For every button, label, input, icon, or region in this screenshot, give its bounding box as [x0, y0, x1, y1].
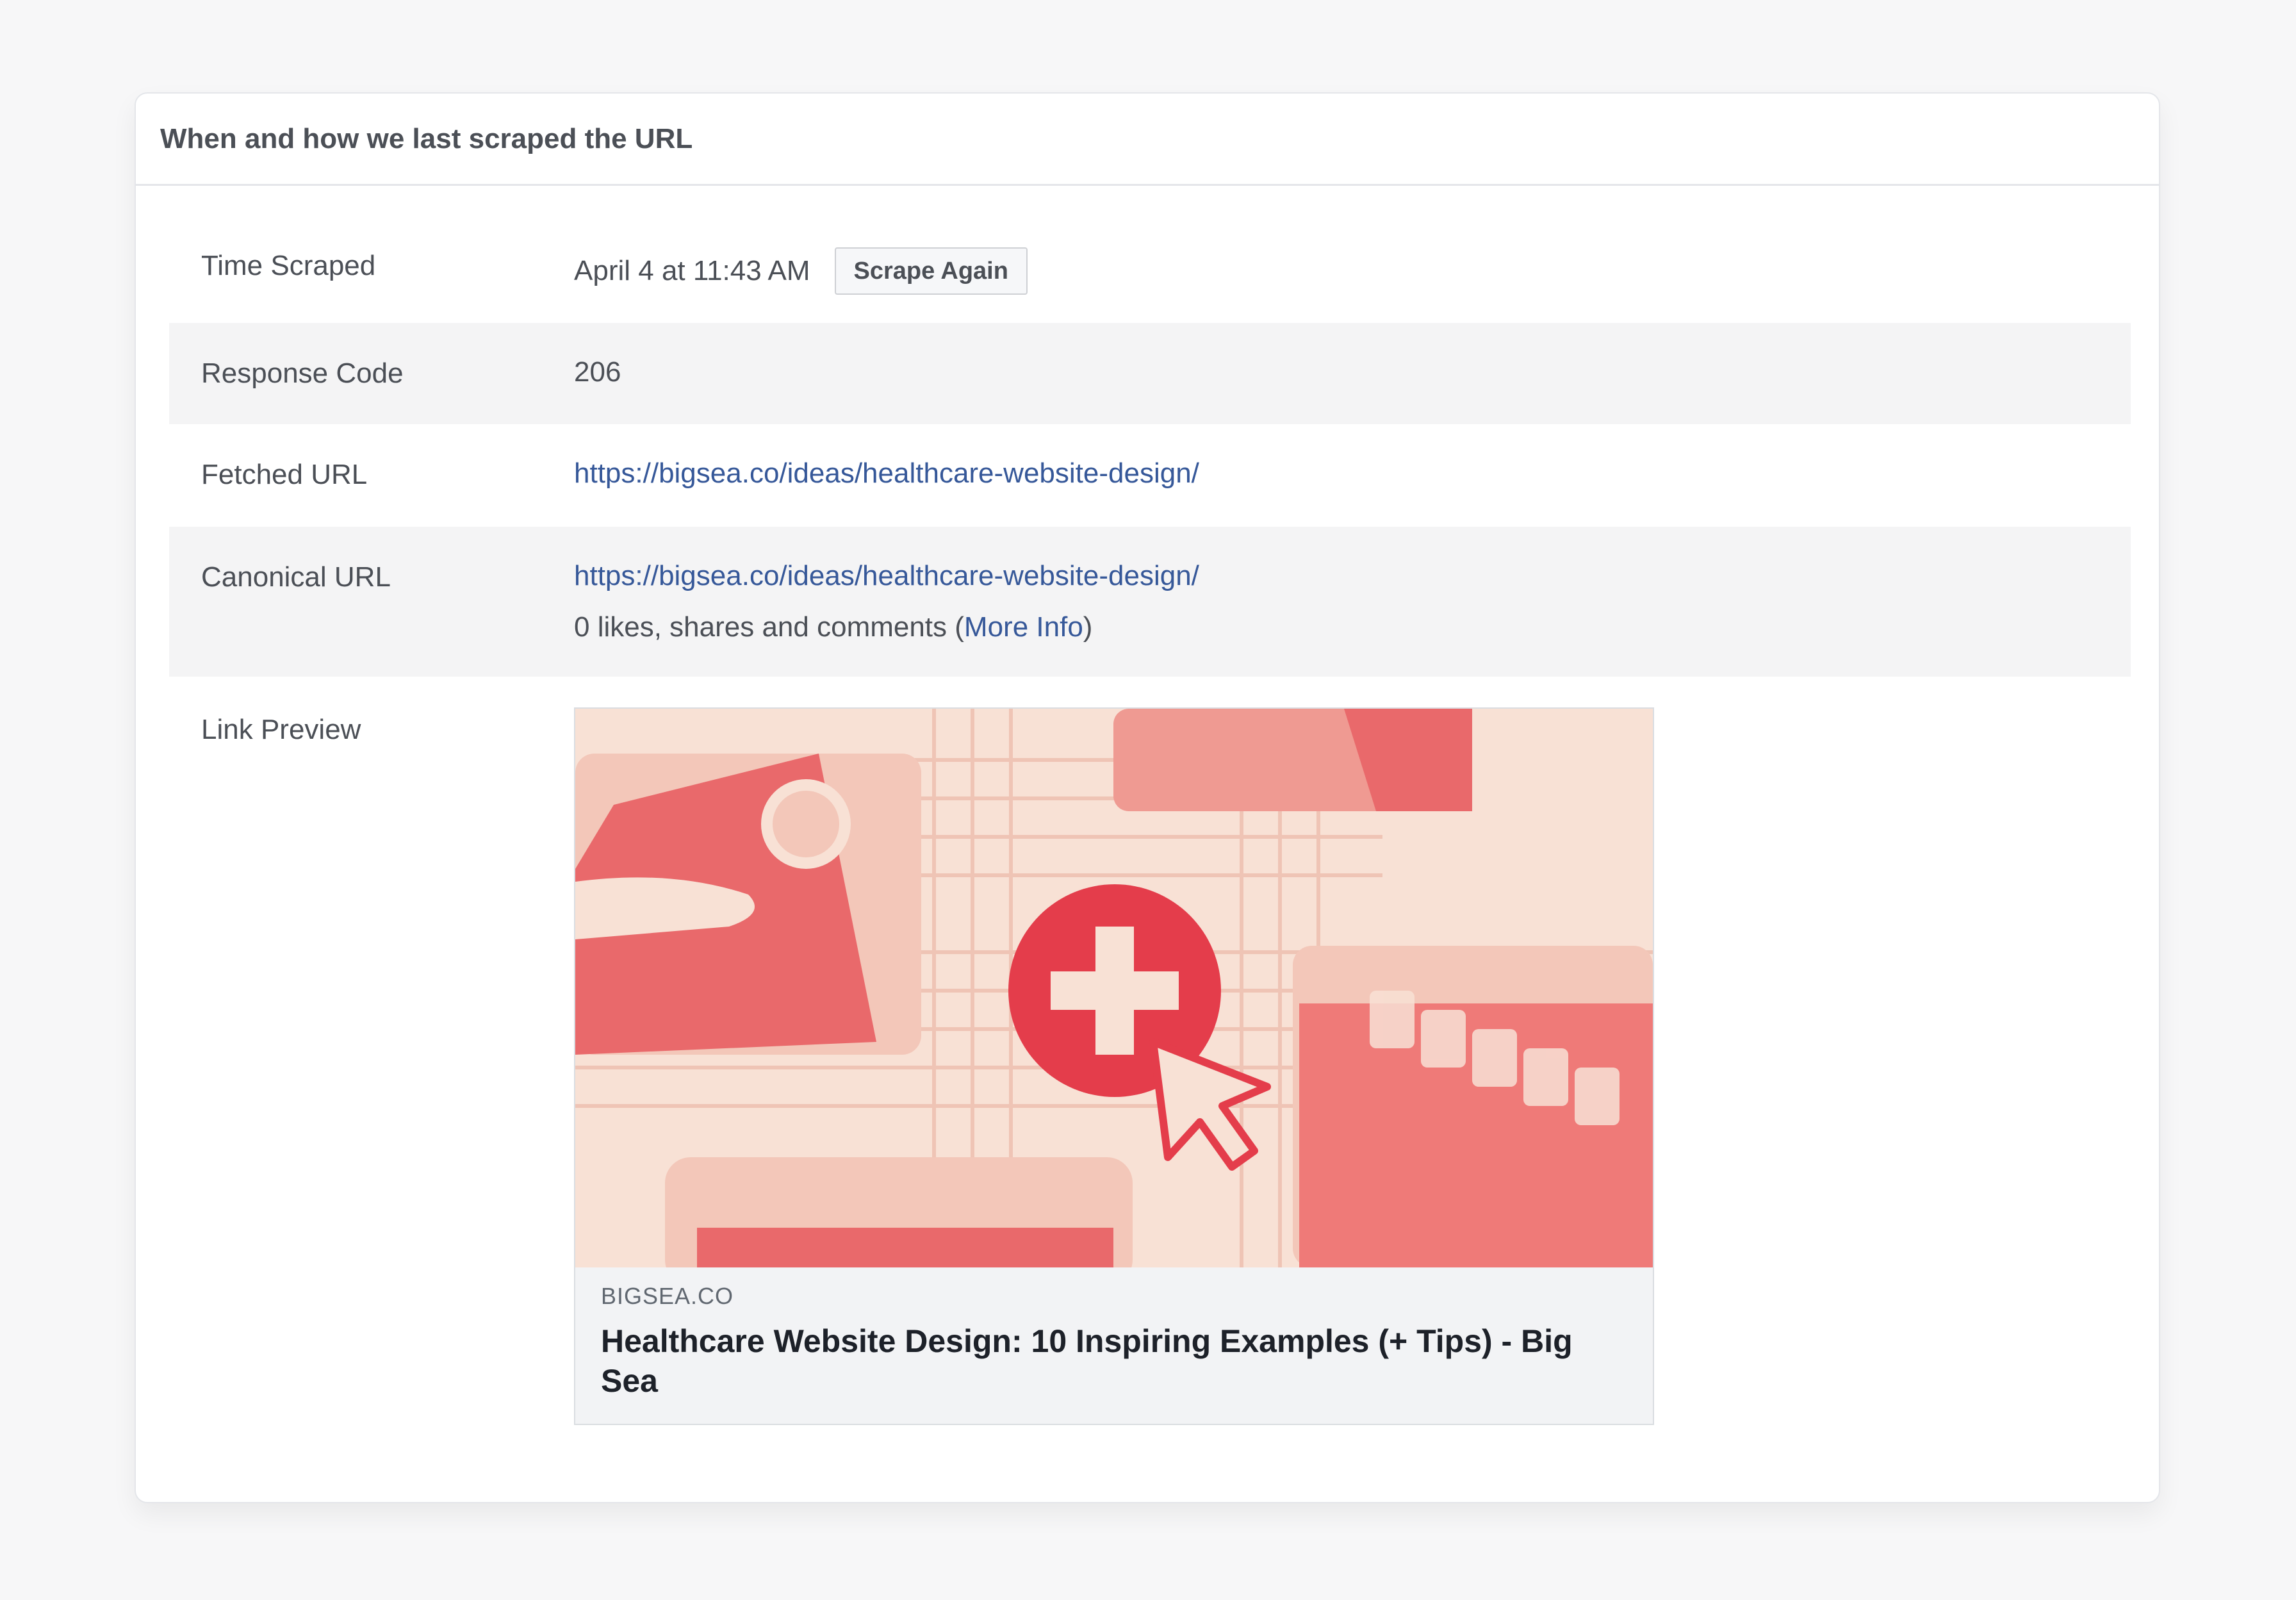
value-response-code: 206 [574, 356, 621, 388]
row-response-code: Response Code 206 [169, 323, 2131, 424]
label-response-code: Response Code [201, 358, 404, 389]
preview-meta: BIGSEA.CO Healthcare Website Design: 10 … [575, 1267, 1653, 1424]
link-preview-card[interactable]: BIGSEA.CO Healthcare Website Design: 10 … [574, 707, 1654, 1425]
scrape-details-table: Time Scraped April 4 at 11:43 AM Scrape … [169, 186, 2131, 1446]
engagement-suffix: ) [1083, 611, 1093, 643]
more-info-link[interactable]: More Info [964, 611, 1083, 643]
label-link-preview: Link Preview [201, 714, 361, 745]
engagement-prefix: 0 likes, shares and comments ( [574, 611, 964, 643]
label-fetched-url: Fetched URL [201, 459, 368, 490]
preview-image [575, 709, 1653, 1267]
label-time-scraped: Time Scraped [201, 250, 376, 281]
engagement-text: 0 likes, shares and comments (More Info) [574, 611, 1092, 643]
row-time-scraped: Time Scraped April 4 at 11:43 AM Scrape … [169, 186, 2131, 323]
preview-domain: BIGSEA.CO [601, 1283, 734, 1309]
panel-header: When and how we last scraped the URL [136, 94, 2159, 186]
row-fetched-url: Fetched URL https://bigsea.co/ideas/heal… [169, 424, 2131, 527]
label-canonical-url: Canonical URL [201, 561, 391, 593]
fetched-url-link[interactable]: https://bigsea.co/ideas/healthcare-websi… [574, 458, 1199, 490]
scrape-again-button[interactable]: Scrape Again [834, 247, 1028, 295]
panel-title: When and how we last scraped the URL [160, 122, 693, 154]
preview-title[interactable]: Healthcare Website Design: 10 Inspiring … [601, 1321, 1613, 1401]
row-link-preview: Link Preview BIGSEA.CO Healthcare Websit… [169, 677, 2131, 1446]
value-time-scraped: April 4 at 11:43 AM [574, 255, 810, 286]
row-canonical-url: Canonical URL https://bigsea.co/ideas/he… [169, 527, 2131, 677]
scrape-info-panel: When and how we last scraped the URL Tim… [135, 92, 2160, 1503]
canonical-url-link[interactable]: https://bigsea.co/ideas/healthcare-websi… [574, 560, 1199, 592]
value-time-scraped-wrap: April 4 at 11:43 AM Scrape Again [574, 247, 1028, 295]
